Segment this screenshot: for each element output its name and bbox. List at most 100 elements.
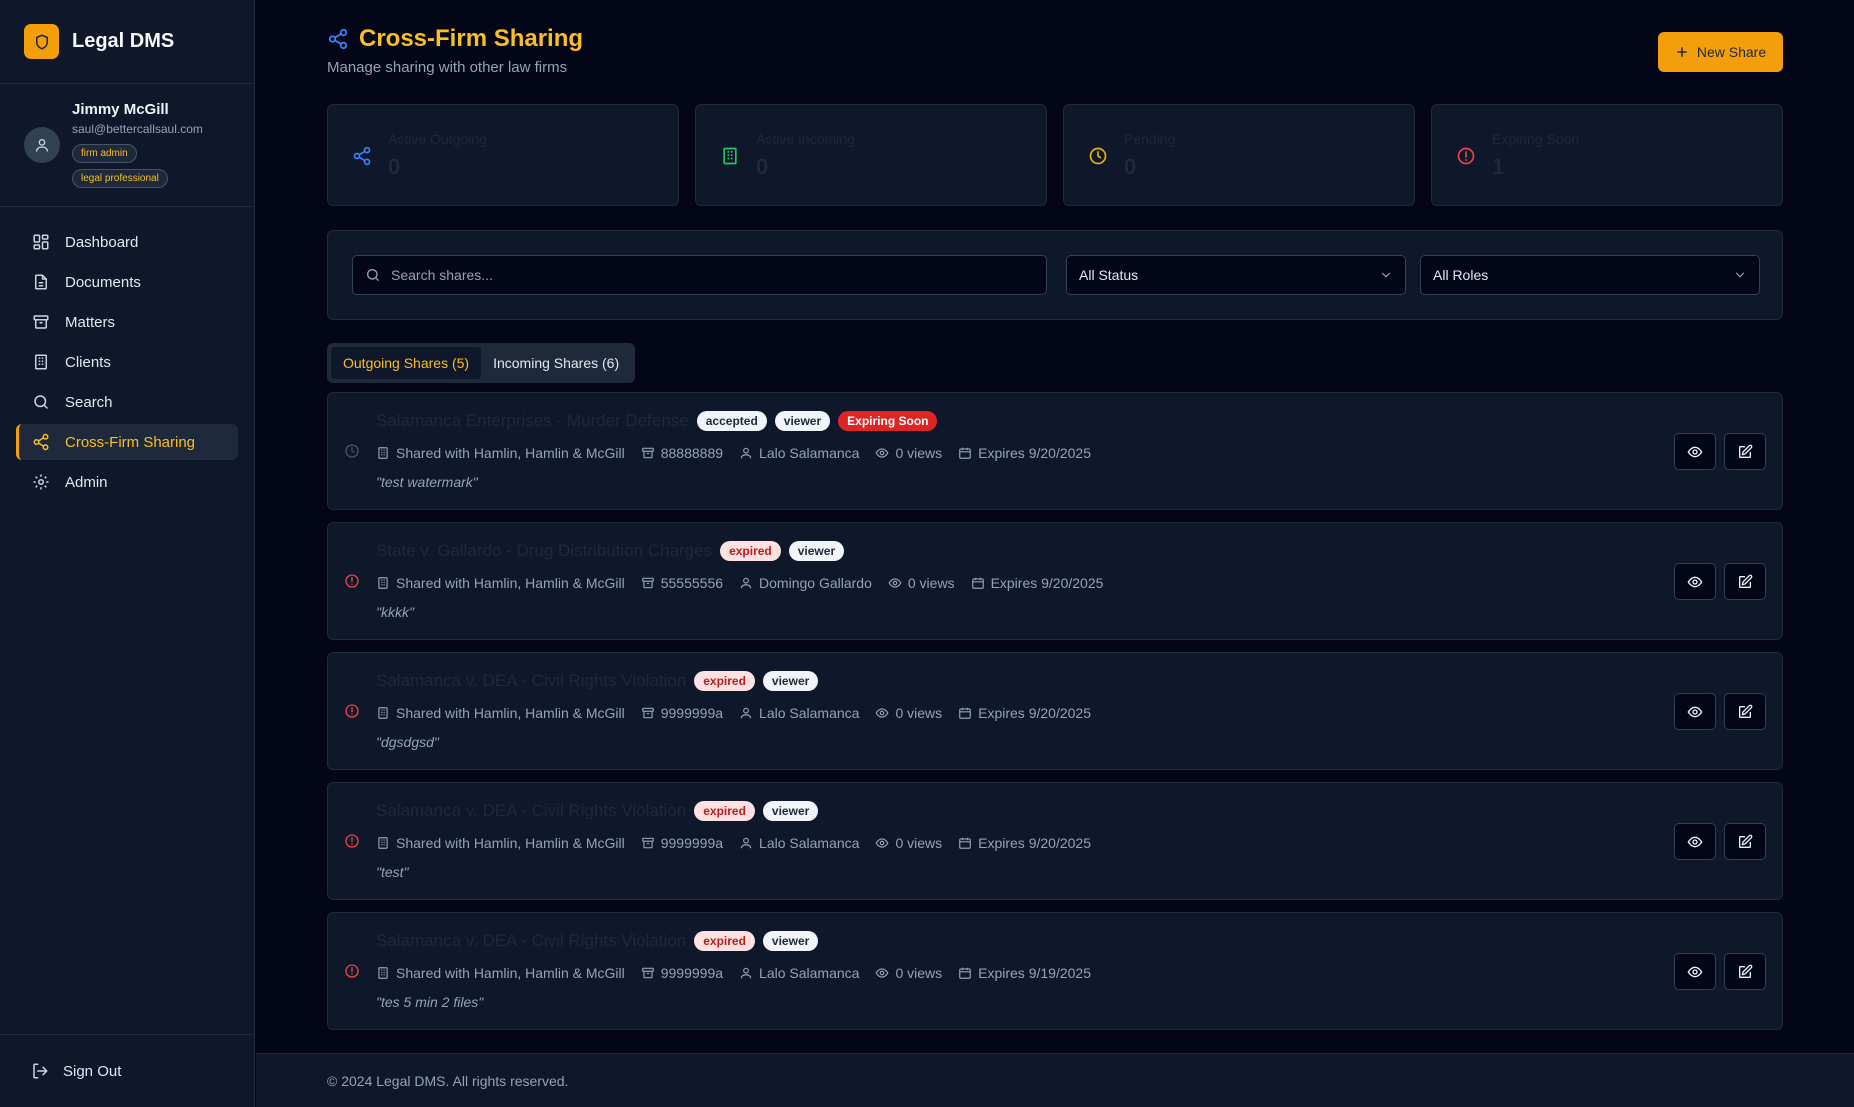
share-title[interactable]: Salamanca Enterprises - Murder Defense — [376, 411, 689, 431]
sidebar-item-search[interactable]: Search — [16, 384, 238, 420]
shared-with: Shared with Hamlin, Hamlin & McGill — [396, 705, 625, 721]
sidebar-item-dashboard[interactable]: Dashboard — [16, 224, 238, 260]
view-share-button[interactable] — [1674, 433, 1716, 470]
roles-select[interactable]: All Roles — [1420, 255, 1760, 295]
share-title[interactable]: Salamanca v. DEA - Civil Rights Violatio… — [376, 931, 686, 951]
calendar-icon — [958, 966, 972, 980]
view-count: 0 views — [895, 965, 943, 981]
search-input[interactable] — [391, 267, 1031, 283]
sidebar-item-cross-firm-sharing[interactable]: Cross-Firm Sharing — [16, 424, 238, 460]
search-box — [352, 255, 1047, 295]
filter-bar: All Status All Roles — [327, 230, 1783, 320]
share-card: Salamanca v. DEA - Civil Rights Violatio… — [327, 652, 1783, 770]
status-badge: accepted — [696, 411, 767, 431]
eye-icon — [875, 966, 889, 980]
building-icon — [376, 576, 390, 590]
matter-number: 55555556 — [660, 575, 724, 591]
page-header: Cross-Firm Sharing Manage sharing with o… — [327, 25, 583, 76]
role-badge: viewer — [762, 671, 819, 691]
share-title[interactable]: Salamanca v. DEA - Civil Rights Violatio… — [376, 801, 686, 821]
view-count: 0 views — [907, 575, 955, 591]
alert-circle-icon — [344, 963, 360, 979]
shield-icon — [24, 24, 59, 59]
share-title[interactable]: Salamanca v. DEA - Civil Rights Violatio… — [376, 671, 686, 691]
share-note: "kkkk" — [376, 604, 414, 620]
calendar-icon — [958, 706, 972, 720]
share-note: "dgsdgsd" — [376, 734, 439, 750]
brand: Legal DMS — [0, 0, 254, 84]
archive-icon — [641, 576, 655, 590]
view-count: 0 views — [895, 835, 943, 851]
eye-icon — [1687, 964, 1703, 980]
new-share-button[interactable]: New Share — [1658, 32, 1783, 72]
share-tabs: Outgoing Shares (5) Incoming Shares (6) — [327, 343, 636, 383]
tab-outgoing-shares[interactable]: Outgoing Shares (5) — [331, 347, 482, 379]
edit-share-button[interactable] — [1724, 563, 1766, 600]
stat-label: Active Incoming — [756, 131, 855, 147]
sidebar-item-admin[interactable]: Admin — [16, 464, 238, 500]
user-icon — [739, 446, 753, 460]
sidebar-item-clients[interactable]: Clients — [16, 344, 238, 380]
edit-share-button[interactable] — [1724, 433, 1766, 470]
status-select[interactable]: All Status — [1066, 255, 1406, 295]
view-share-button[interactable] — [1674, 823, 1716, 860]
expiry-date: Expires 9/20/2025 — [978, 705, 1091, 721]
eye-icon — [875, 706, 889, 720]
shared-with: Shared with Hamlin, Hamlin & McGill — [396, 445, 625, 461]
shared-with: Shared with Hamlin, Hamlin & McGill — [396, 835, 625, 851]
edit-icon — [1737, 574, 1753, 590]
page-subtitle: Manage sharing with other law firms — [327, 59, 568, 76]
building-icon — [376, 446, 390, 460]
building-icon — [376, 836, 390, 850]
archive-icon — [641, 706, 655, 720]
user-icon — [739, 576, 753, 590]
document-icon — [31, 272, 51, 292]
sidebar-item-documents[interactable]: Documents — [16, 264, 238, 300]
status-badge: expired — [694, 801, 755, 821]
edit-share-button[interactable] — [1724, 693, 1766, 730]
user-profile: Jimmy McGill saul@bettercallsaul.com fir… — [0, 84, 254, 207]
logout-icon — [31, 1062, 49, 1080]
calendar-icon — [958, 836, 972, 850]
stat-label: Active Outgoing — [388, 131, 487, 147]
stats-row: Active Outgoing 0 Active Incoming 0 Pend… — [327, 104, 1783, 206]
sidebar-item-label: Dashboard — [65, 233, 139, 251]
stat-card-pending: Pending 0 — [1063, 104, 1415, 206]
sidebar-item-label: Matters — [65, 313, 116, 331]
stat-label: Expiring Soon — [1492, 131, 1580, 147]
user-icon — [739, 966, 753, 980]
share-note: "test watermark" — [376, 474, 478, 490]
stat-label: Pending — [1124, 131, 1176, 147]
dashboard-icon — [31, 232, 51, 252]
sign-out-button[interactable]: Sign Out — [0, 1034, 255, 1107]
role-badge: firm admin — [72, 144, 137, 163]
view-count: 0 views — [895, 705, 943, 721]
share-note: "tes 5 min 2 files" — [376, 994, 484, 1010]
sidebar-item-matters[interactable]: Matters — [16, 304, 238, 340]
matter-number: 9999999a — [660, 965, 724, 981]
user-icon — [739, 836, 753, 850]
share-title[interactable]: State v. Gallardo - Drug Distribution Ch… — [376, 541, 712, 561]
eye-icon — [1687, 704, 1703, 720]
archive-icon — [641, 836, 655, 850]
gear-icon — [31, 472, 51, 492]
user-icon — [36, 139, 48, 152]
share-card: State v. Gallardo - Drug Distribution Ch… — [327, 522, 1783, 640]
sign-out-label: Sign Out — [63, 1062, 122, 1080]
view-share-button[interactable] — [1674, 563, 1716, 600]
chevron-down-icon — [1379, 268, 1393, 282]
role-badge: viewer — [762, 801, 819, 821]
user-name: Jimmy McGill — [72, 101, 169, 118]
page-title: Cross-Firm Sharing — [327, 25, 583, 53]
expiry-date: Expires 9/20/2025 — [978, 835, 1091, 851]
edit-share-button[interactable] — [1724, 823, 1766, 860]
eye-icon — [1687, 574, 1703, 590]
edit-icon — [1737, 964, 1753, 980]
matter-number: 9999999a — [660, 705, 724, 721]
share-card: Salamanca v. DEA - Civil Rights Violatio… — [327, 782, 1783, 900]
edit-share-button[interactable] — [1724, 953, 1766, 990]
tab-incoming-shares[interactable]: Incoming Shares (6) — [481, 347, 631, 379]
view-share-button[interactable] — [1674, 953, 1716, 990]
view-share-button[interactable] — [1674, 693, 1716, 730]
calendar-icon — [971, 576, 985, 590]
